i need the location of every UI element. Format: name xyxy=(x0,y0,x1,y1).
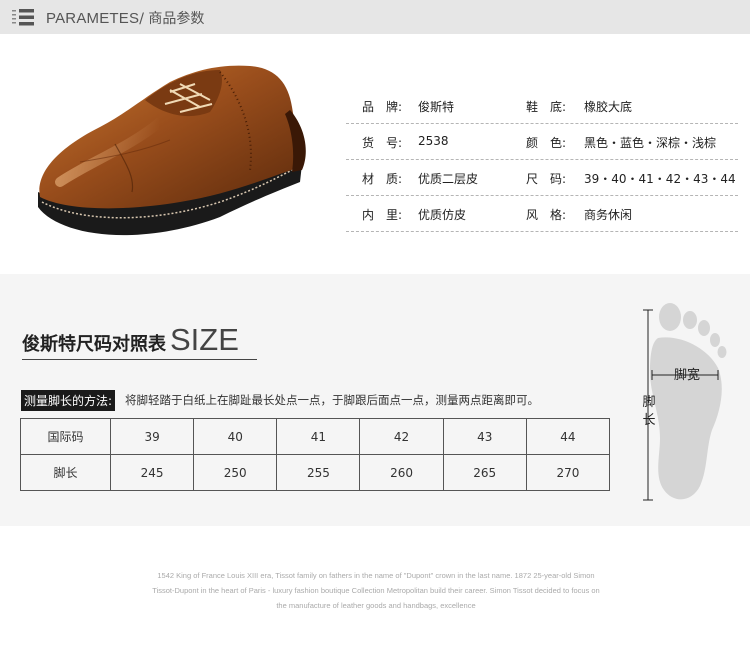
param-label: 鞋 底: xyxy=(526,100,567,114)
param-label: 颜 色: xyxy=(526,136,567,150)
table-cell: 265 xyxy=(442,454,527,491)
param-row: 货 号: 2538 颜 色: 黑色・蓝色・深棕・浅棕 xyxy=(346,124,738,160)
brand-story-line: 1542 King of France Louis XIII era, Tiss… xyxy=(157,571,595,580)
param-label: 尺 码: xyxy=(526,172,567,186)
param-label: 品 牌: xyxy=(362,100,403,114)
table-cell: 255 xyxy=(276,454,361,491)
table-cell: 39 xyxy=(109,418,195,455)
param-row: 品 牌: 俊斯特 鞋 底: 橡胶大底 xyxy=(346,88,738,124)
measure-method-label: 测量脚长的方法: xyxy=(21,390,116,411)
param-value: 2538 xyxy=(418,134,449,148)
size-chart-title: 俊斯特尺码对照表 SIZE xyxy=(22,322,239,358)
foot-width-label: 脚宽 xyxy=(674,368,701,383)
param-label: 货 号: xyxy=(362,136,403,150)
size-table: 国际码 39 40 41 42 43 44 脚长 245 250 255 260… xyxy=(20,418,611,491)
title-divider xyxy=(22,359,257,360)
table-row: 脚长 245 250 255 260 265 270 xyxy=(20,454,611,491)
table-cell: 250 xyxy=(193,454,278,491)
measure-method-text: 将脚轻踏于白纸上在脚趾最长处点一点，于脚跟后面点一点，测量两点距离即可。 xyxy=(125,393,539,407)
param-value: 39・40・41・42・43・44 xyxy=(584,172,736,186)
section-title-cn: 商品参数 xyxy=(148,11,205,27)
table-cell: 260 xyxy=(359,454,444,491)
param-value: 黑色・蓝色・深棕・浅棕 xyxy=(584,136,717,150)
param-label: 材 质: xyxy=(362,172,403,186)
brand-story-line: Tissot-Dupont in the heart of Paris - lu… xyxy=(152,586,600,595)
param-label: 风 格: xyxy=(526,208,567,222)
size-chart-title-en: SIZE xyxy=(170,322,239,357)
param-label: 内 里: xyxy=(362,208,403,222)
param-value: 优质二层皮 xyxy=(418,172,479,186)
param-row: 材 质: 优质二层皮 尺 码: 39・40・41・42・43・44 xyxy=(346,160,738,196)
size-chart-title-cn: 俊斯特尺码对照表 xyxy=(22,334,166,355)
list-icon xyxy=(12,9,34,26)
section-title: PARAMETES/ 商品参数 xyxy=(46,8,204,28)
table-cell: 245 xyxy=(109,454,195,491)
param-row: 内 里: 优质仿皮 风 格: 商务休闲 xyxy=(346,196,738,232)
param-value: 橡胶大底 xyxy=(584,100,633,114)
param-value: 商务休闲 xyxy=(584,208,633,222)
table-cell: 270 xyxy=(525,454,611,491)
param-value: 优质仿皮 xyxy=(418,208,467,222)
row-header: 国际码 xyxy=(20,418,111,455)
table-cell: 43 xyxy=(442,418,527,455)
section-title-en: PARAMETES xyxy=(46,10,140,27)
brand-story-line: the manufacture of leather goods and han… xyxy=(276,601,476,610)
table-row: 国际码 39 40 41 42 43 44 xyxy=(20,418,611,455)
title-separator: / xyxy=(139,11,144,27)
table-cell: 42 xyxy=(359,418,444,455)
section-header: PARAMETES/ 商品参数 xyxy=(0,0,750,34)
brand-story-text: 1542 King of France Louis XIII era, Tiss… xyxy=(126,568,626,613)
param-value: 俊斯特 xyxy=(418,100,455,114)
row-header: 脚长 xyxy=(20,454,111,491)
table-cell: 40 xyxy=(193,418,278,455)
shoe-image xyxy=(38,65,306,236)
table-cell: 44 xyxy=(525,418,611,455)
table-cell: 41 xyxy=(276,418,361,455)
foot-length-label: 脚长 xyxy=(642,395,656,428)
